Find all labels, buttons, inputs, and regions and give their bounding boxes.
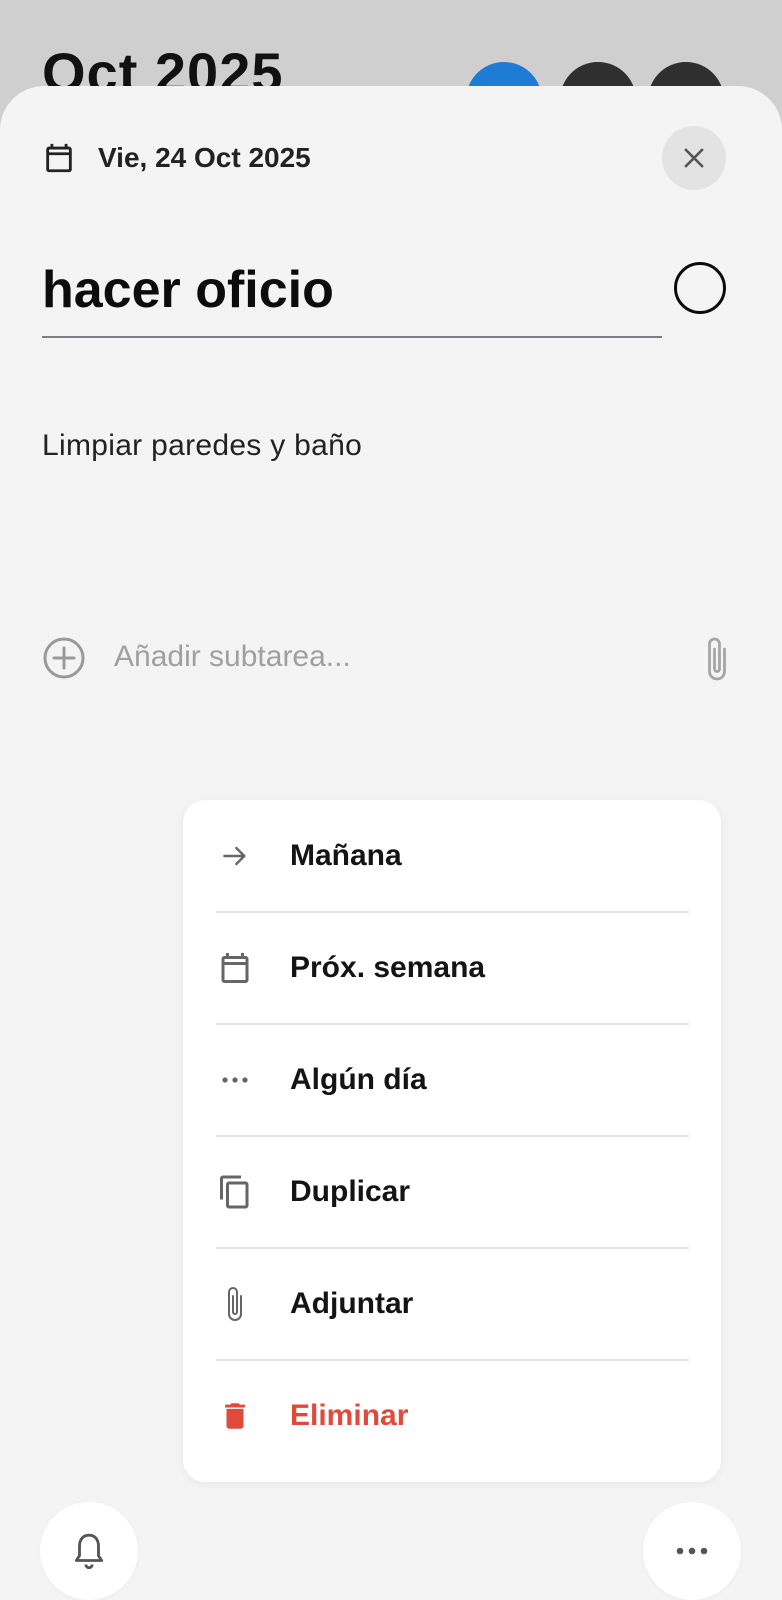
menu-item-someday[interactable]: Algún día xyxy=(183,1024,721,1136)
task-actions-menu: Mañana Próx. semana Algún día Duplicar A… xyxy=(183,800,721,1482)
arrow-right-icon xyxy=(217,838,253,874)
add-circle-icon[interactable] xyxy=(42,636,86,680)
bell-icon xyxy=(74,1533,104,1569)
complete-task-checkbox[interactable] xyxy=(674,262,726,314)
task-title-input[interactable]: hacer oficio xyxy=(42,236,662,338)
menu-item-label: Eliminar xyxy=(290,1399,409,1432)
task-date-row[interactable]: Vie, 24 Oct 2025 xyxy=(42,140,311,176)
menu-item-next-week[interactable]: Próx. semana xyxy=(183,912,721,1024)
more-horizontal-icon xyxy=(676,1547,708,1555)
more-horizontal-icon xyxy=(217,1062,253,1098)
menu-item-label: Duplicar xyxy=(290,1175,411,1208)
task-title-text: hacer oficio xyxy=(42,261,334,319)
paperclip-icon[interactable] xyxy=(702,634,732,684)
more-options-button[interactable] xyxy=(643,1502,741,1600)
trash-icon xyxy=(217,1398,253,1434)
menu-item-duplicate[interactable]: Duplicar xyxy=(183,1136,721,1248)
menu-item-label: Adjuntar xyxy=(290,1287,414,1320)
menu-item-label: Próx. semana xyxy=(290,951,486,984)
menu-item-attach[interactable]: Adjuntar xyxy=(183,1248,721,1360)
reminder-button[interactable] xyxy=(40,1502,138,1600)
close-icon xyxy=(684,148,704,168)
menu-item-label: Algún día xyxy=(290,1063,427,1096)
subtask-input[interactable]: Añadir subtarea... xyxy=(114,640,351,674)
paperclip-icon xyxy=(217,1286,253,1322)
add-subtask-row: Añadir subtarea... xyxy=(42,634,732,681)
copy-icon xyxy=(217,1174,253,1210)
close-button[interactable] xyxy=(662,126,726,190)
menu-item-label: Mañana xyxy=(290,839,402,872)
menu-item-tomorrow[interactable]: Mañana xyxy=(183,800,721,912)
calendar-icon xyxy=(217,950,253,986)
task-notes[interactable]: Limpiar paredes y baño xyxy=(42,429,362,463)
task-date-label: Vie, 24 Oct 2025 xyxy=(98,142,311,173)
calendar-icon xyxy=(46,143,72,173)
menu-item-delete[interactable]: Eliminar xyxy=(183,1360,721,1472)
